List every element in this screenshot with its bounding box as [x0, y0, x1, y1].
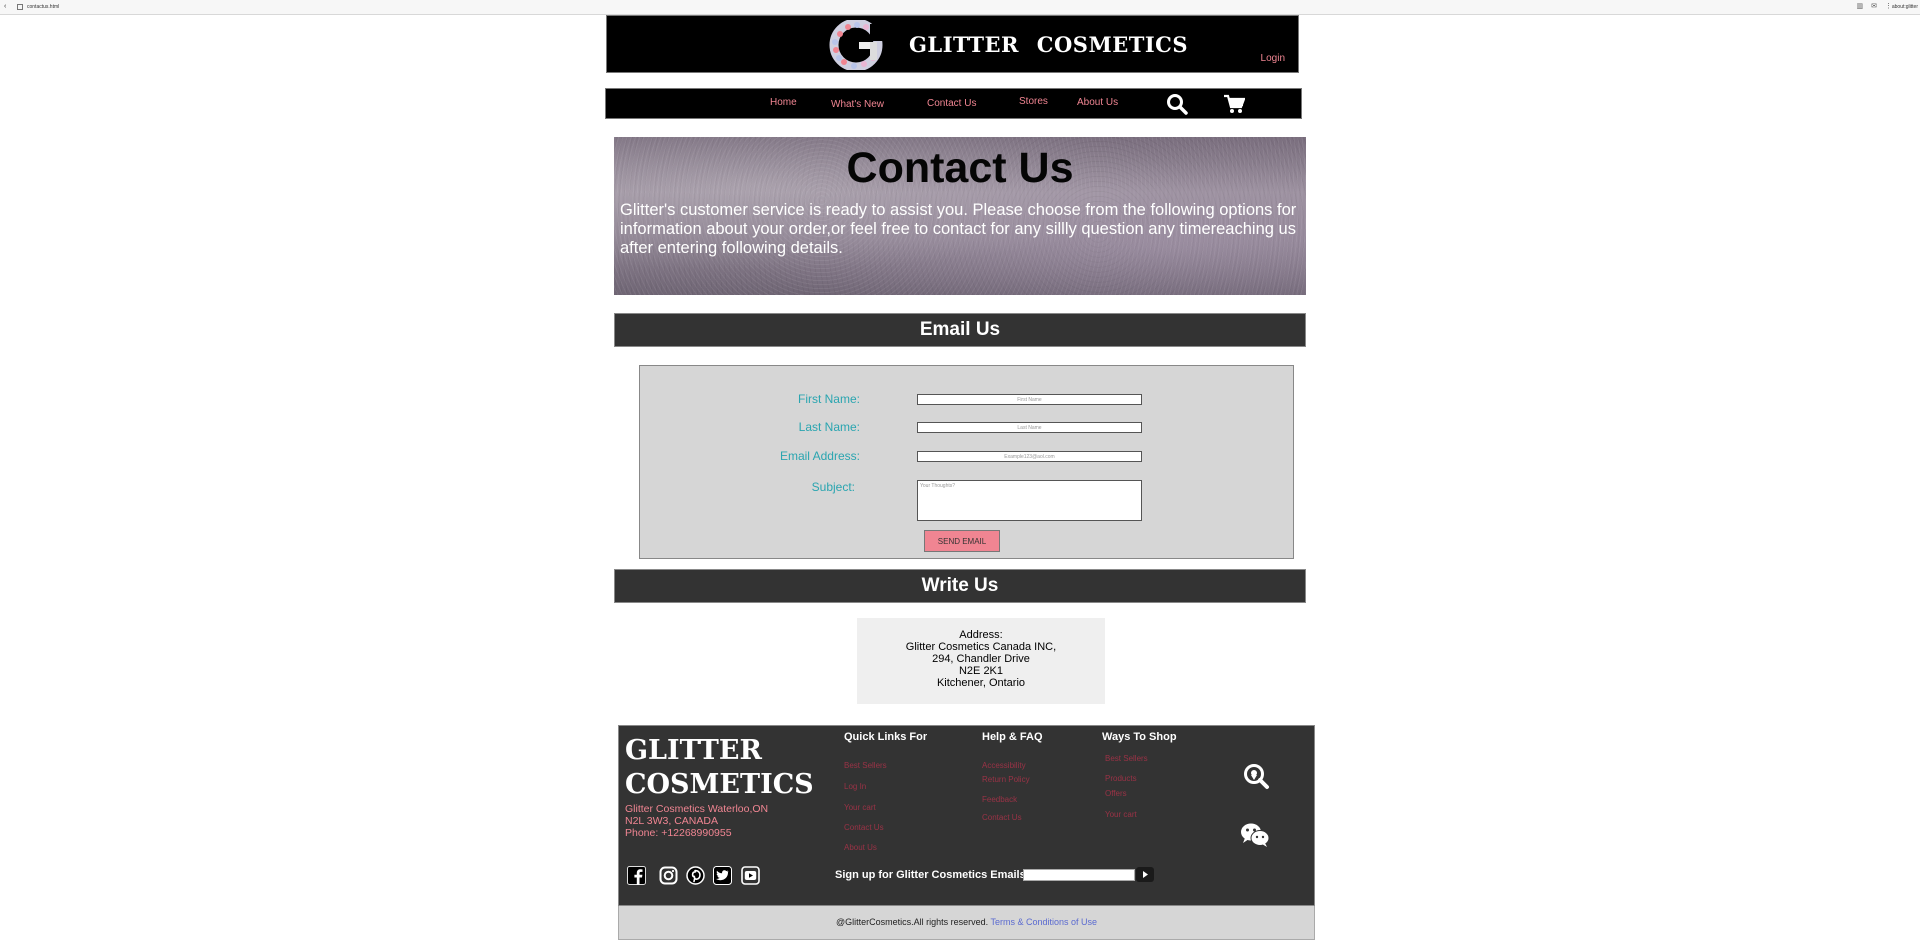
- reader-icon[interactable]: ▥: [1857, 2, 1864, 10]
- footer-link-about-us[interactable]: About Us: [844, 843, 877, 852]
- terms-link[interactable]: Terms & Conditions of Use: [990, 917, 1097, 927]
- signup-label: Sign up for Glitter Cosmetics Emails: [835, 869, 1026, 881]
- subject-label: Subject:: [811, 480, 855, 494]
- footer-link-your-cart[interactable]: Your cart: [844, 803, 876, 812]
- youtube-icon[interactable]: [741, 866, 760, 885]
- footer-link-feedback[interactable]: Feedback: [982, 795, 1017, 804]
- signup-submit-button[interactable]: [1136, 867, 1154, 882]
- twitter-icon[interactable]: [713, 866, 732, 885]
- nav-home[interactable]: Home: [770, 97, 797, 108]
- footer-brand-line: GLITTER: [625, 735, 762, 766]
- footer-link-contact-us[interactable]: Contact Us: [982, 813, 1022, 822]
- page-title: Contact Us: [846, 144, 1074, 192]
- footer-link-best-sellers[interactable]: Best Sellers: [844, 761, 887, 770]
- back-icon[interactable]: ‹: [4, 3, 6, 10]
- footer-link-accessibility[interactable]: Accessibility: [982, 761, 1026, 770]
- chat-icon[interactable]: ✉: [1871, 2, 1877, 10]
- footer-link-contact-us[interactable]: Contact Us: [844, 823, 884, 832]
- first-name-label: First Name:: [797, 392, 860, 406]
- nav-about-us[interactable]: About Us: [1077, 97, 1118, 108]
- footer-brand-line: COSMETICS: [625, 769, 814, 800]
- subject-field[interactable]: [917, 480, 1142, 521]
- site-footer: GLITTER COSMETICS Glitter Cosmetics Wate…: [618, 725, 1315, 906]
- page-icon: [17, 4, 23, 10]
- brand-title: GLITTER COSMETICS: [909, 32, 1189, 57]
- copyright-text: @GlitterCosmetics.All rights reserved.: [835, 917, 991, 927]
- site-header: GLITTER COSMETICS Login: [606, 15, 1299, 73]
- login-link[interactable]: Login: [1261, 53, 1285, 64]
- address-line: N2E 2K1: [958, 665, 1004, 677]
- help-faq-title: Help & FAQ: [982, 731, 1043, 743]
- search-icon[interactable]: [1166, 93, 1188, 115]
- last-name-field[interactable]: [917, 422, 1142, 433]
- main-nav: Home What's New Contact Us Stores About …: [605, 88, 1302, 119]
- footer-link-products[interactable]: Products: [1105, 774, 1137, 783]
- email-address-label: Email Address:: [779, 449, 860, 463]
- wechat-icon[interactable]: [1240, 822, 1270, 848]
- browser-toolbar: ‹ contactus.html ▥ ✉ ⋮ about:glitter: [0, 0, 1920, 15]
- footer-link-best-sellers[interactable]: Best Sellers: [1105, 754, 1148, 763]
- nav-contact-us[interactable]: Contact Us: [927, 98, 976, 109]
- footer-link-offers[interactable]: Offers: [1105, 789, 1127, 798]
- footer-address-line: N2L 3W3, CANADA: [625, 815, 718, 827]
- email-field[interactable]: [917, 451, 1142, 462]
- facebook-icon[interactable]: [627, 866, 646, 885]
- email-form: First Name: Last Name: Email Address: Su…: [639, 365, 1294, 559]
- footer-link-return-policy[interactable]: Return Policy: [982, 775, 1030, 784]
- browser-controls: ▥ ✉ ⋮: [1857, 2, 1893, 10]
- write-us-heading: Write Us: [614, 569, 1306, 603]
- last-name-label: Last Name:: [798, 420, 860, 434]
- signup-email-input[interactable]: [1023, 869, 1135, 881]
- footer-brand: GLITTER COSMETICS: [625, 734, 825, 802]
- address-bar[interactable]: contactus.html: [27, 4, 59, 10]
- first-name-field[interactable]: [917, 394, 1142, 405]
- email-us-heading: Email Us: [614, 313, 1306, 347]
- contact-hero: Contact Us Glitter's customer service is…: [614, 137, 1306, 295]
- send-email-button[interactable]: SEND EMAIL: [924, 530, 1000, 552]
- address-heading: Address:: [959, 629, 1003, 641]
- pinterest-icon[interactable]: [686, 866, 705, 885]
- cart-icon[interactable]: [1223, 94, 1245, 114]
- footer-contact: Glitter Cosmetics Waterloo,ON N2L 3W3, C…: [625, 803, 768, 839]
- nav-whats-new[interactable]: What's New: [831, 99, 884, 110]
- footer-link-log-in[interactable]: Log In: [844, 782, 866, 791]
- logo-icon: [829, 20, 886, 70]
- copyright-bar: @GlitterCosmetics.All rights reserved. T…: [618, 906, 1315, 940]
- ways-to-shop-title: Ways To Shop: [1102, 731, 1177, 743]
- footer-address-line: Glitter Cosmetics Waterloo,ON: [625, 803, 769, 815]
- browser-label: about:glitter: [1891, 4, 1918, 10]
- instagram-icon[interactable]: [659, 866, 678, 885]
- address-line: Kitchener, Ontario: [936, 677, 1026, 689]
- store-locator-icon[interactable]: [1242, 762, 1270, 790]
- address-line: 294, Chandler Drive: [932, 653, 1030, 665]
- mailing-address: Address: Glitter Cosmetics Canada INC, 2…: [857, 618, 1105, 704]
- footer-phone: Phone: +12268990955: [625, 827, 732, 839]
- address-line: Glitter Cosmetics Canada INC,: [905, 641, 1057, 653]
- quick-links-title: Quick Links For: [844, 731, 928, 743]
- footer-link-your-cart[interactable]: Your cart: [1105, 810, 1137, 819]
- arrow-right-icon: [1143, 871, 1148, 878]
- hero-description: Glitter's customer service is ready to a…: [620, 201, 1297, 257]
- nav-stores[interactable]: Stores: [1019, 96, 1048, 107]
